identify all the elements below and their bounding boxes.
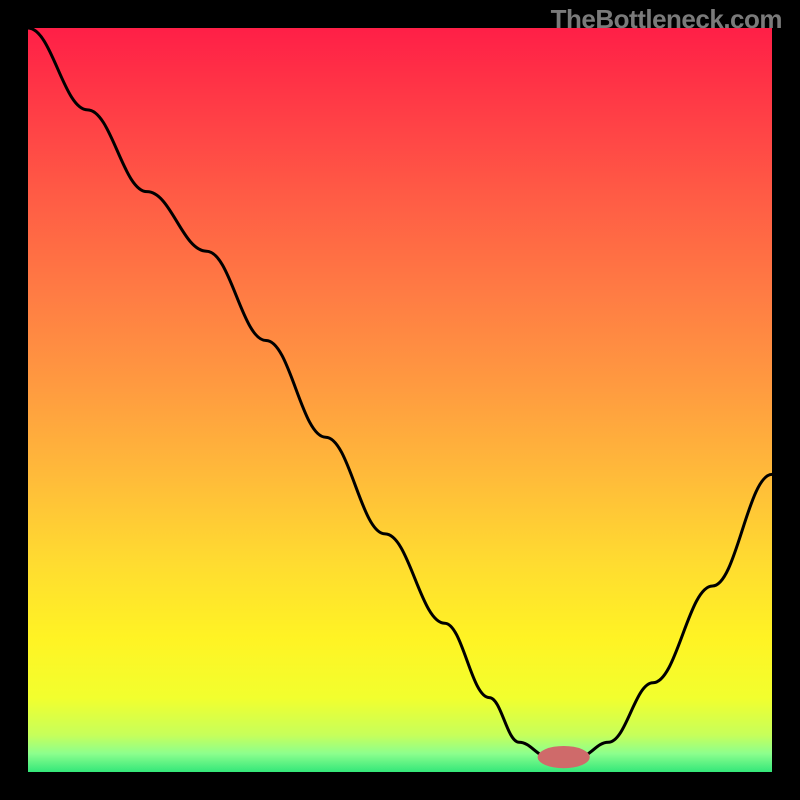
chart-frame — [14, 14, 786, 786]
chart-plot-area — [28, 28, 772, 772]
watermark-text: TheBottleneck.com — [551, 4, 782, 35]
chart-background-gradient — [28, 28, 772, 772]
chart-svg — [28, 28, 772, 772]
optimal-marker — [538, 746, 590, 768]
